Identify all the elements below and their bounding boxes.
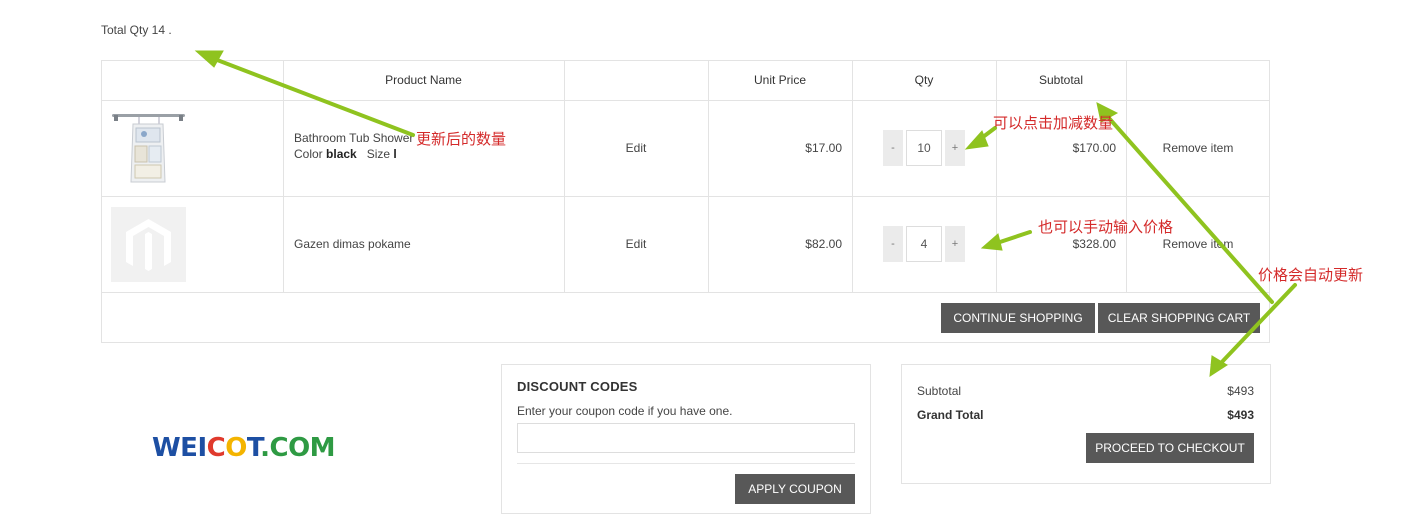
qty-plus-button[interactable]: + (945, 226, 965, 262)
grand-total-label: Grand Total (917, 408, 984, 422)
discount-title: DISCOUNT CODES (517, 379, 638, 394)
annotation-click-adjust: 可以点击加减数量 (993, 115, 1114, 132)
total-qty-text: Total Qty 14 . (101, 23, 172, 37)
discount-divider (517, 463, 855, 464)
table-divider (101, 100, 1270, 101)
shower-caddy-image[interactable] (111, 110, 186, 185)
coupon-input[interactable] (517, 423, 855, 453)
color-label: Color (294, 147, 323, 161)
annotation-updated-qty: 更新后的数量 (416, 131, 507, 148)
table-divider (564, 60, 565, 293)
weicot-logo: WEICOT.COM (152, 433, 336, 463)
header-unit-price: Unit Price (753, 73, 806, 87)
proceed-to-checkout-button[interactable]: PROCEED TO CHECKOUT (1086, 433, 1254, 463)
apply-coupon-button[interactable]: APPLY COUPON (735, 474, 855, 504)
edit-link[interactable]: Edit (564, 237, 708, 251)
table-divider (996, 60, 997, 293)
table-divider (852, 60, 853, 293)
product-name[interactable]: Bathroom Tub Shower (294, 131, 413, 145)
totals-panel (901, 364, 1271, 484)
subtotal-value: $493 (1227, 384, 1254, 398)
table-divider (283, 60, 284, 293)
continue-shopping-button[interactable]: CONTINUE SHOPPING (941, 303, 1095, 333)
size-label: Size (366, 147, 391, 161)
header-qty: Qty (914, 73, 934, 87)
header-subtotal: Subtotal (1038, 73, 1084, 87)
product-options: Color black Size l (294, 147, 397, 161)
cart-table (101, 60, 1270, 343)
table-divider (708, 60, 709, 293)
remove-item-link[interactable]: Remove item (1126, 237, 1270, 251)
annotation-auto-update: 价格会自动更新 (1258, 267, 1364, 284)
color-value: black (326, 147, 357, 161)
annotation-manual-input: 也可以手动输入价格 (1038, 219, 1174, 236)
magento-placeholder-image[interactable] (111, 207, 186, 282)
table-divider (1126, 60, 1127, 293)
grand-total-value: $493 (1227, 408, 1254, 422)
table-divider (101, 292, 1270, 293)
table-divider (101, 196, 1270, 197)
qty-minus-button[interactable]: - (883, 130, 903, 166)
unit-price: $17.00 (805, 141, 842, 155)
remove-item-link[interactable]: Remove item (1126, 141, 1270, 155)
discount-help-text: Enter your coupon code if you have one. (517, 404, 733, 418)
subtotal-label: Subtotal (917, 384, 962, 398)
row-subtotal: $328.00 (1072, 237, 1116, 251)
qty-minus-button[interactable]: - (883, 226, 903, 262)
qty-input[interactable] (906, 226, 942, 262)
row-subtotal: $170.00 (1072, 141, 1116, 155)
header-product-name: Product Name (385, 73, 462, 87)
qty-plus-button[interactable]: + (945, 130, 965, 166)
qty-input[interactable] (906, 130, 942, 166)
unit-price: $82.00 (805, 237, 842, 251)
size-value: l (393, 147, 397, 161)
edit-link[interactable]: Edit (564, 141, 708, 155)
product-name[interactable]: Gazen dimas pokame (294, 237, 411, 251)
clear-cart-button[interactable]: CLEAR SHOPPING CART (1098, 303, 1260, 333)
